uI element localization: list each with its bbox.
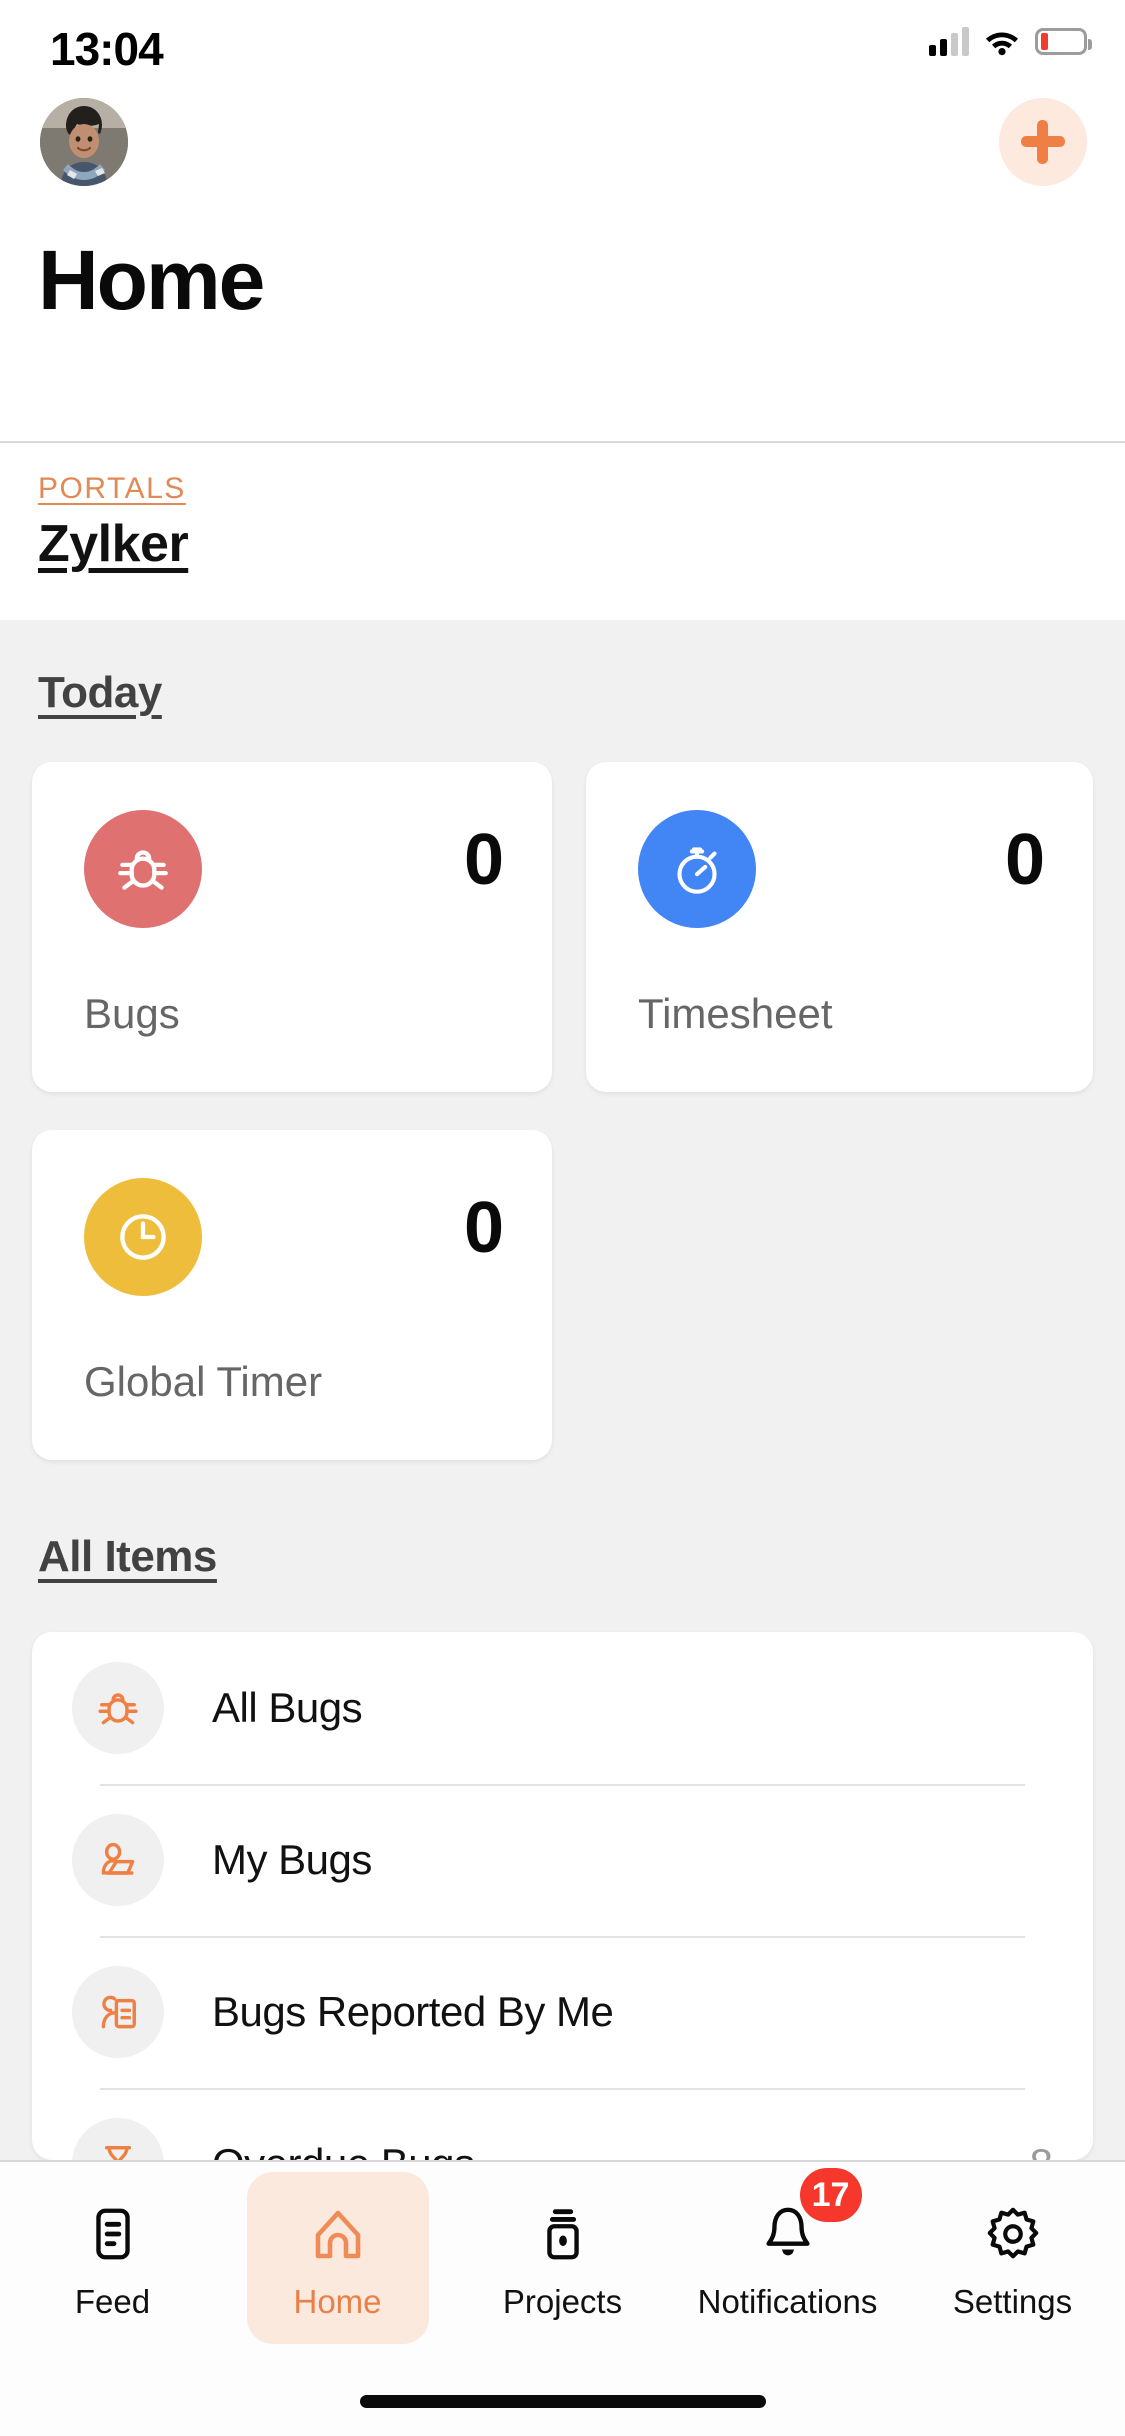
list-item[interactable]: Overdue Bugs 8	[32, 2088, 1093, 2160]
stat-label: Timesheet	[638, 990, 833, 1037]
list-item-label: Bugs Reported By Me	[212, 1988, 614, 2035]
gear-icon	[982, 2193, 1044, 2275]
home-icon	[306, 2193, 370, 2275]
tab-feed[interactable]: Feed	[0, 2162, 225, 2352]
tab-label: Settings	[952, 2283, 1073, 2320]
tab-notifications[interactable]: 17 Notifications	[675, 2162, 900, 2352]
status-bar-time: 13:04	[50, 23, 164, 75]
feed-icon	[82, 2193, 144, 2275]
tab-home[interactable]: Home	[225, 2162, 450, 2352]
list-item-label: My Bugs	[212, 1836, 372, 1883]
stat-count: 0	[463, 820, 504, 900]
notification-badge: 17	[799, 2168, 862, 2222]
tab-projects[interactable]: Projects	[450, 2162, 675, 2352]
battery-low-icon	[1035, 27, 1092, 55]
status-bar: 13:04	[0, 0, 1125, 88]
tab-label: Home	[293, 2283, 382, 2320]
list-item[interactable]: My Bugs	[32, 1784, 1093, 1936]
clock-icon	[84, 1178, 202, 1296]
projects-icon	[532, 2193, 594, 2275]
stat-count: 0	[463, 1188, 504, 1268]
top-nav: Home	[0, 88, 1125, 443]
home-indicator[interactable]	[359, 2395, 766, 2408]
tab-settings[interactable]: Settings	[900, 2162, 1125, 2352]
stopwatch-icon	[638, 810, 756, 928]
all-items-list: All Bugs My Bugs Bugs Reported By Me	[32, 1632, 1093, 2160]
cellular-signal-icon	[929, 26, 969, 56]
page-title: Home	[38, 233, 265, 327]
bug-icon	[72, 1662, 164, 1754]
tab-label: Feed	[74, 2283, 151, 2320]
list-item[interactable]: All Bugs	[32, 1632, 1093, 1784]
add-button[interactable]	[999, 98, 1087, 186]
tab-label: Notifications	[697, 2283, 878, 2320]
content-area: Today 0 Bugs 0 Timesheet 0 Global Timer …	[0, 620, 1125, 2160]
stat-card-bugs[interactable]: 0 Bugs	[32, 762, 552, 1092]
stat-card-global-timer[interactable]: 0 Global Timer	[32, 1130, 552, 1460]
list-item-count: 8	[1030, 2140, 1053, 2160]
person-laptop-icon	[72, 1814, 164, 1906]
hourglass-icon	[72, 2118, 164, 2160]
stat-card-timesheet[interactable]: 0 Timesheet	[586, 762, 1093, 1092]
person-document-icon	[72, 1966, 164, 2058]
all-items-heading: All Items	[38, 1532, 217, 1581]
nav-divider	[0, 441, 1125, 443]
list-item-label: Overdue Bugs	[212, 2140, 475, 2160]
list-item[interactable]: Bugs Reported By Me	[32, 1936, 1093, 2088]
wifi-icon	[983, 26, 1021, 56]
app-screen: 13:04 Home PORTALS Zylker Today 0 Bugs 0…	[0, 0, 1125, 2436]
avatar[interactable]	[40, 98, 128, 186]
today-heading: Today	[38, 668, 162, 717]
tab-label: Projects	[502, 2283, 623, 2320]
stat-label: Bugs	[84, 990, 180, 1037]
stat-count: 0	[1004, 820, 1045, 900]
portals-label: PORTALS	[38, 472, 186, 505]
portal-selector[interactable]: PORTALS Zylker	[0, 444, 1125, 620]
bug-icon	[84, 810, 202, 928]
status-bar-indicators	[929, 26, 1092, 56]
stat-label: Global Timer	[84, 1358, 323, 1405]
plus-icon	[1021, 120, 1065, 164]
portal-name[interactable]: Zylker	[38, 514, 189, 574]
list-item-label: All Bugs	[212, 1684, 363, 1731]
bottom-tab-bar: Feed Home Projects 17 Notifications Sett…	[0, 2160, 1125, 2436]
